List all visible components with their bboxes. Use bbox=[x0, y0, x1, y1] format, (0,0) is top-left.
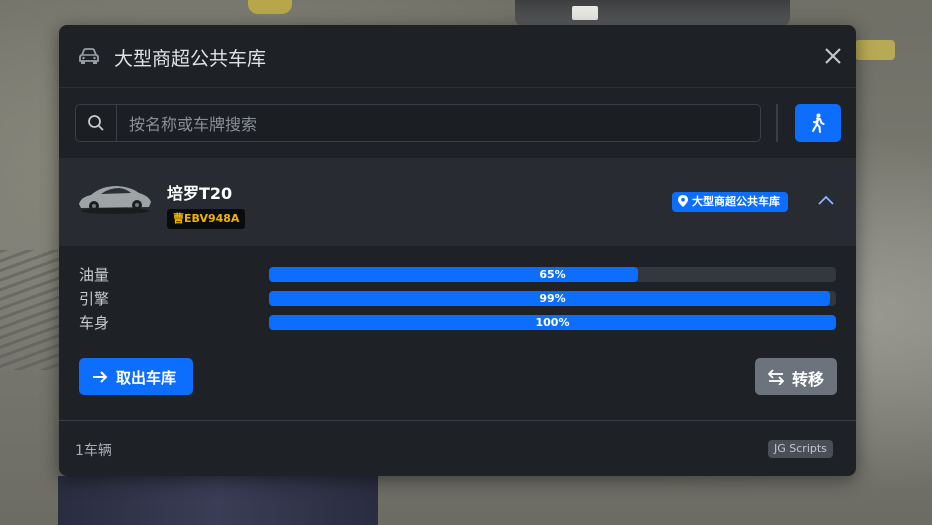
transfer-button[interactable]: 转移 bbox=[755, 358, 837, 395]
body-label: 车身 bbox=[79, 314, 110, 332]
car-icon bbox=[79, 48, 99, 64]
engine-label: 引擎 bbox=[79, 290, 110, 308]
arrow-right-icon bbox=[93, 371, 108, 383]
take-out-label: 取出车库 bbox=[116, 369, 177, 387]
brand-badge: JG Scripts bbox=[768, 440, 833, 458]
swap-arrows-icon bbox=[767, 369, 785, 385]
background-tire-tracks bbox=[0, 250, 60, 370]
background-barrier bbox=[855, 40, 895, 60]
close-icon[interactable] bbox=[823, 46, 843, 66]
license-plate: 曹EBV948A bbox=[167, 209, 246, 229]
vehicle-row[interactable]: 培罗T20 曹EBV948A 大型商超公共车库 bbox=[59, 158, 856, 246]
engine-value: 99% bbox=[539, 292, 566, 305]
map-pin-icon bbox=[678, 195, 688, 207]
fuel-bar: 65% bbox=[269, 267, 836, 282]
background-plate bbox=[572, 6, 598, 20]
take-out-button[interactable]: 取出车库 bbox=[79, 358, 193, 395]
vehicle-name: 培罗T20 bbox=[167, 184, 233, 203]
background-character bbox=[58, 476, 378, 525]
transfer-label: 转移 bbox=[792, 370, 825, 389]
search-input[interactable] bbox=[117, 105, 761, 143]
vehicle-thumbnail bbox=[79, 186, 151, 214]
fuel-label: 油量 bbox=[79, 266, 110, 284]
location-badge: 大型商超公共车库 bbox=[672, 192, 788, 212]
walking-person-icon bbox=[812, 113, 825, 133]
vehicle-stats: 油量 65% 引擎 99% 车身 100% bbox=[59, 246, 856, 366]
body-bar: 100% bbox=[269, 315, 836, 330]
panel-header: 大型商超公共车库 bbox=[59, 25, 856, 88]
background-barrier bbox=[248, 0, 292, 14]
page-title: 大型商超公共车库 bbox=[114, 48, 267, 70]
search-icon bbox=[88, 115, 104, 131]
background-car bbox=[515, 0, 790, 26]
body-value: 100% bbox=[535, 316, 570, 329]
search-icon-box bbox=[76, 105, 117, 141]
chevron-up-icon[interactable] bbox=[817, 194, 835, 206]
search-bar bbox=[75, 104, 761, 143]
search-divider bbox=[776, 104, 778, 142]
panel-footer: 1车辆 JG Scripts bbox=[59, 420, 856, 476]
walk-button[interactable] bbox=[795, 104, 841, 142]
engine-bar: 99% bbox=[269, 291, 836, 306]
fuel-value: 65% bbox=[539, 268, 566, 281]
vehicle-count: 1车辆 bbox=[75, 443, 112, 459]
location-label: 大型商超公共车库 bbox=[692, 195, 780, 208]
garage-panel: 大型商超公共车库 培罗T20 bbox=[59, 25, 856, 476]
